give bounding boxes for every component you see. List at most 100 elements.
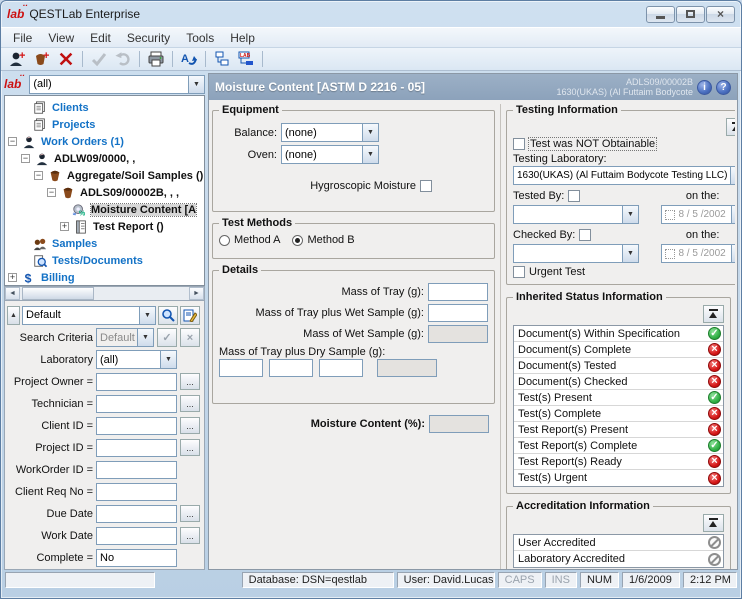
scroll-left-icon[interactable]: ◄ — [5, 287, 20, 300]
not-obtainable-checkbox[interactable] — [513, 138, 525, 150]
complete-field[interactable] — [96, 549, 177, 567]
chevron-down-icon[interactable]: ▼ — [731, 206, 735, 223]
tree-item-samples[interactable]: Samples — [5, 235, 204, 252]
menu-view[interactable]: View — [40, 29, 82, 47]
lab-tree-view-button[interactable] — [235, 49, 257, 69]
tree-item-sample-adls09[interactable]: −ADLS09/00002B, , , — [5, 184, 204, 201]
mass-of-tray-field[interactable] — [428, 283, 488, 301]
tree-item-billing[interactable]: +Billing — [5, 269, 204, 286]
print-button[interactable] — [145, 49, 167, 69]
minimize-button[interactable] — [646, 6, 675, 23]
project-owner-browse-button[interactable]: ... — [180, 373, 200, 390]
collapse-expander[interactable]: − — [34, 171, 43, 180]
oven-select[interactable]: (none)▼ — [281, 145, 379, 164]
cancel-criteria-button[interactable]: × — [180, 328, 200, 347]
collapse-expander[interactable]: − — [47, 188, 56, 197]
checked-by-checkbox[interactable] — [579, 229, 591, 241]
search-criteria-select[interactable]: Default ▼ — [96, 328, 154, 347]
client-req-no-field[interactable] — [96, 483, 177, 501]
chevron-down-icon[interactable]: ▼ — [730, 167, 735, 184]
client-id-field[interactable] — [96, 417, 177, 435]
chevron-down-icon[interactable]: ▼ — [731, 245, 735, 262]
expand-expander[interactable]: + — [60, 222, 69, 231]
apply-button[interactable] — [88, 49, 110, 69]
work-date-browse-button[interactable]: ... — [180, 527, 200, 544]
chevron-down-icon[interactable]: ▼ — [139, 307, 155, 324]
hygroscopic-moisture-checkbox[interactable] — [420, 180, 432, 192]
chevron-down-icon[interactable]: ▼ — [622, 206, 638, 223]
tree-horizontal-scrollbar[interactable]: ◄ ► — [4, 286, 205, 301]
expand-expander[interactable]: + — [8, 273, 17, 282]
tested-by-checkbox[interactable] — [568, 190, 580, 202]
tested-date-select[interactable]: 8 / 5 /2002 ▼ — [661, 205, 735, 224]
date-checkbox[interactable] — [665, 249, 675, 259]
urgent-test-checkbox[interactable] — [513, 266, 525, 278]
checked-date-select[interactable]: 8 / 5 /2002 ▼ — [661, 244, 735, 263]
search-button[interactable] — [158, 306, 178, 325]
due-date-field[interactable] — [96, 505, 177, 523]
balance-select[interactable]: (none)▼ — [281, 123, 379, 142]
accept-criteria-button[interactable]: ✓ — [157, 328, 177, 347]
chevron-down-icon[interactable]: ▼ — [362, 146, 378, 163]
close-button[interactable]: × — [706, 6, 735, 23]
add-client-button[interactable] — [7, 49, 29, 69]
mass-tray-dry-field-3[interactable] — [319, 359, 363, 377]
laboratory-select[interactable]: (all) ▼ — [96, 350, 177, 369]
tree-item-clients[interactable]: Clients — [5, 99, 204, 116]
testing-laboratory-select[interactable]: 1630(UKAS) (Al Futtaim Bodycote Testing … — [513, 166, 735, 185]
delete-button[interactable] — [55, 49, 77, 69]
scrollbar-thumb[interactable] — [22, 287, 94, 300]
tree-item-workorder-adlw09[interactable]: −ADLW09/0000, , — [5, 150, 204, 167]
collapse-inherited-status-button[interactable] — [703, 305, 724, 323]
tree-item-projects[interactable]: Projects — [5, 116, 204, 133]
tree-item-moisture-content[interactable]: Moisture Content [A — [5, 201, 204, 218]
tree-item-aggregate-soil-samples[interactable]: −Aggregate/Soil Samples () — [5, 167, 204, 184]
add-sample-button[interactable] — [31, 49, 53, 69]
tree-item-work-orders[interactable]: −Work Orders (1) — [5, 133, 204, 150]
tree-item-tests-documents[interactable]: Tests/Documents — [5, 252, 204, 269]
laboratory-filter-select[interactable]: (all) ▼ — [29, 75, 205, 94]
info-button[interactable]: i — [697, 80, 712, 95]
collapse-accreditation-button[interactable] — [703, 514, 724, 532]
mass-tray-dry-field-2[interactable] — [269, 359, 313, 377]
work-date-field[interactable] — [96, 527, 177, 545]
chevron-down-icon[interactable]: ▼ — [362, 124, 378, 141]
client-id-browse-button[interactable]: ... — [180, 417, 200, 434]
chevron-down-icon[interactable]: ▼ — [188, 76, 204, 93]
technician-browse-button[interactable]: ... — [180, 395, 200, 412]
undo-button[interactable] — [112, 49, 134, 69]
project-id-browse-button[interactable]: ... — [180, 439, 200, 456]
maximize-button[interactable] — [676, 6, 705, 23]
menu-edit[interactable]: Edit — [82, 29, 119, 47]
preset-spin-button[interactable]: ▲ — [7, 306, 20, 325]
method-b-radio[interactable] — [292, 235, 303, 246]
due-date-browse-button[interactable]: ... — [180, 505, 200, 522]
mass-tray-dry-field-1[interactable] — [219, 359, 263, 377]
mass-tray-wet-field[interactable] — [428, 304, 488, 322]
chevron-down-icon[interactable]: ▼ — [160, 351, 176, 368]
preset-select[interactable]: Default ▼ — [22, 306, 156, 325]
menu-help[interactable]: Help — [222, 29, 263, 47]
technician-field[interactable] — [96, 395, 177, 413]
workorder-id-field[interactable] — [96, 461, 177, 479]
project-id-field[interactable] — [96, 439, 177, 457]
checked-by-select[interactable]: ▼ — [513, 244, 639, 263]
method-a-radio[interactable] — [219, 235, 230, 246]
collapse-testing-info-button[interactable] — [726, 118, 735, 136]
tree-view-button[interactable] — [211, 49, 233, 69]
chevron-down-icon[interactable]: ▼ — [622, 245, 638, 262]
tested-by-select[interactable]: ▼ — [513, 205, 639, 224]
scroll-right-icon[interactable]: ► — [189, 287, 204, 300]
project-owner-field[interactable] — [96, 373, 177, 391]
tree-item-test-report[interactable]: +Test Report () — [5, 218, 204, 235]
menu-file[interactable]: File — [5, 29, 40, 47]
lab-filter-icon: lab — [4, 77, 21, 91]
rename-button[interactable] — [178, 49, 200, 69]
menu-tools[interactable]: Tools — [178, 29, 222, 47]
collapse-expander[interactable]: − — [8, 137, 17, 146]
collapse-expander[interactable]: − — [21, 154, 30, 163]
help-button[interactable]: ? — [716, 80, 731, 95]
menu-security[interactable]: Security — [119, 29, 178, 47]
date-checkbox[interactable] — [665, 210, 675, 220]
edit-criteria-button[interactable] — [180, 306, 200, 325]
